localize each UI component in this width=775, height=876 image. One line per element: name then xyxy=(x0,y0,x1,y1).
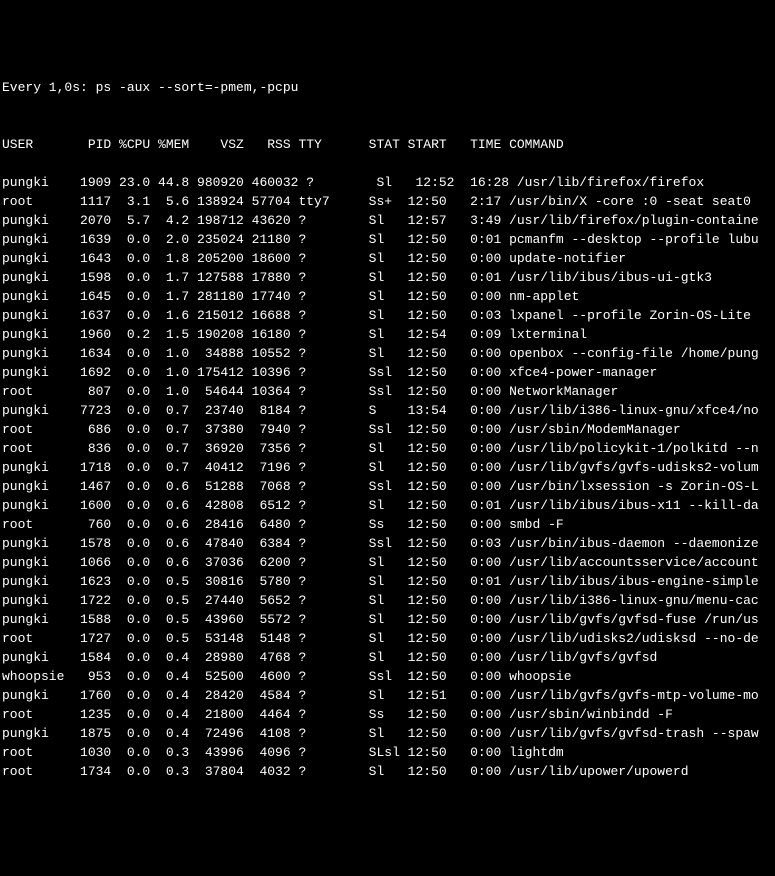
process-row: pungki 1692 0.0 1.0 175412 10396 ? Ssl 1… xyxy=(2,363,775,382)
process-row: pungki 1960 0.2 1.5 190208 16180 ? Sl 12… xyxy=(2,325,775,344)
process-row: pungki 1467 0.0 0.6 51288 7068 ? Ssl 12:… xyxy=(2,477,775,496)
process-row: pungki 1637 0.0 1.6 215012 16688 ? Sl 12… xyxy=(2,306,775,325)
process-row: root 760 0.0 0.6 28416 6480 ? Ss 12:50 0… xyxy=(2,515,775,534)
process-row: root 1117 3.1 5.6 138924 57704 tty7 Ss+ … xyxy=(2,192,775,211)
process-row: pungki 1584 0.0 0.4 28980 4768 ? Sl 12:5… xyxy=(2,648,775,667)
process-row: pungki 1718 0.0 0.7 40412 7196 ? Sl 12:5… xyxy=(2,458,775,477)
column-headers: USER PID %CPU %MEM VSZ RSS TTY STAT STAR… xyxy=(2,135,775,154)
process-row: pungki 1760 0.0 0.4 28420 4584 ? Sl 12:5… xyxy=(2,686,775,705)
process-row: pungki 1598 0.0 1.7 127588 17880 ? Sl 12… xyxy=(2,268,775,287)
process-row: pungki 1578 0.0 0.6 47840 6384 ? Ssl 12:… xyxy=(2,534,775,553)
process-row: pungki 1066 0.0 0.6 37036 6200 ? Sl 12:5… xyxy=(2,553,775,572)
process-row: pungki 7723 0.0 0.7 23740 8184 ? S 13:54… xyxy=(2,401,775,420)
process-row: root 807 0.0 1.0 54644 10364 ? Ssl 12:50… xyxy=(2,382,775,401)
process-row: pungki 2070 5.7 4.2 198712 43620 ? Sl 12… xyxy=(2,211,775,230)
process-row: whoopsie 953 0.0 0.4 52500 4600 ? Ssl 12… xyxy=(2,667,775,686)
process-list: pungki 1909 23.0 44.8 980920 460032 ? Sl… xyxy=(2,173,775,781)
process-row: pungki 1623 0.0 0.5 30816 5780 ? Sl 12:5… xyxy=(2,572,775,591)
watch-header: Every 1,0s: ps -aux --sort=-pmem,-pcpu xyxy=(2,78,775,97)
process-row: pungki 1643 0.0 1.8 205200 18600 ? Sl 12… xyxy=(2,249,775,268)
process-row: pungki 1909 23.0 44.8 980920 460032 ? Sl… xyxy=(2,173,775,192)
process-row: root 686 0.0 0.7 37380 7940 ? Ssl 12:50 … xyxy=(2,420,775,439)
process-row: pungki 1588 0.0 0.5 43960 5572 ? Sl 12:5… xyxy=(2,610,775,629)
process-row: pungki 1645 0.0 1.7 281180 17740 ? Sl 12… xyxy=(2,287,775,306)
process-row: root 836 0.0 0.7 36920 7356 ? Sl 12:50 0… xyxy=(2,439,775,458)
process-row: pungki 1875 0.0 0.4 72496 4108 ? Sl 12:5… xyxy=(2,724,775,743)
process-row: root 1030 0.0 0.3 43996 4096 ? SLsl 12:5… xyxy=(2,743,775,762)
process-row: pungki 1639 0.0 2.0 235024 21180 ? Sl 12… xyxy=(2,230,775,249)
process-row: pungki 1722 0.0 0.5 27440 5652 ? Sl 12:5… xyxy=(2,591,775,610)
process-row: root 1734 0.0 0.3 37804 4032 ? Sl 12:50 … xyxy=(2,762,775,781)
process-row: root 1235 0.0 0.4 21800 4464 ? Ss 12:50 … xyxy=(2,705,775,724)
process-row: pungki 1600 0.0 0.6 42808 6512 ? Sl 12:5… xyxy=(2,496,775,515)
process-row: root 1727 0.0 0.5 53148 5148 ? Sl 12:50 … xyxy=(2,629,775,648)
process-row: pungki 1634 0.0 1.0 34888 10552 ? Sl 12:… xyxy=(2,344,775,363)
